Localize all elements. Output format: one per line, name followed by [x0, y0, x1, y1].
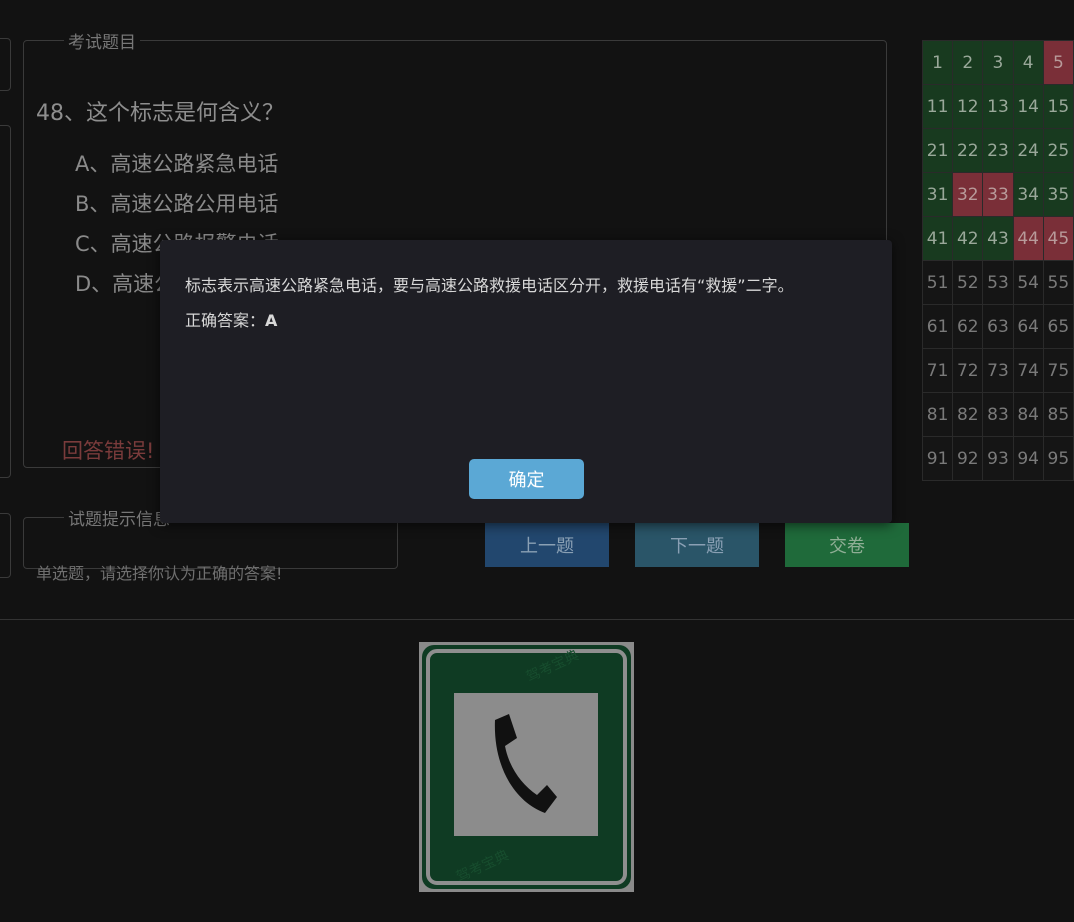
question-number-cell[interactable]: 95 — [1042, 436, 1074, 481]
question-number-grid: 1 2 3 4 5 11 12 13 14 15 21 22 23 24 25 31 32 33 34 35 41 42 4… — [921, 40, 1074, 481]
question-number-cell[interactable]: 91 — [921, 436, 954, 481]
question-number-cell[interactable]: 5 — [1042, 40, 1074, 85]
question-number-cell[interactable]: 71 — [921, 348, 954, 393]
question-number-cell[interactable]: 61 — [921, 304, 954, 349]
question-number-cell[interactable]: 94 — [1012, 436, 1044, 481]
question-number-cell[interactable]: 65 — [1042, 304, 1074, 349]
question-number-cell[interactable]: 62 — [952, 304, 984, 349]
question-number-cell[interactable]: 64 — [1012, 304, 1044, 349]
question-number-cell[interactable]: 14 — [1012, 84, 1044, 129]
question-number-cell[interactable]: 42 — [952, 216, 984, 261]
question-number-cell[interactable]: 82 — [952, 392, 984, 437]
grid-row: 81 82 83 84 85 — [921, 392, 1074, 437]
question-number-cell[interactable]: 45 — [1042, 216, 1074, 261]
question-number-cell[interactable]: 2 — [952, 40, 984, 85]
question-number-cell[interactable]: 44 — [1012, 216, 1044, 261]
question-number-cell[interactable]: 73 — [982, 348, 1014, 393]
exam-panel-legend: 考试题目 — [68, 33, 136, 53]
question-number-cell[interactable]: 32 — [952, 172, 984, 217]
answer-result: 回答错误! — [62, 439, 155, 463]
question-number-cell[interactable]: 63 — [982, 304, 1014, 349]
tip-panel-legend: 试题提示信息 — [68, 510, 170, 530]
question-number-cell[interactable]: 22 — [952, 128, 984, 173]
question-number-cell[interactable]: 23 — [982, 128, 1014, 173]
question-number-cell[interactable]: 55 — [1042, 260, 1074, 305]
question-number-cell[interactable]: 35 — [1042, 172, 1074, 217]
grid-row: 61 62 63 64 65 — [921, 304, 1074, 349]
confirm-button[interactable]: 确定 — [469, 459, 584, 499]
question-number-cell[interactable]: 15 — [1042, 84, 1074, 129]
question-number-cell[interactable]: 34 — [1012, 172, 1044, 217]
left-panel-fragment — [0, 513, 11, 578]
question-number-cell[interactable]: 24 — [1012, 128, 1044, 173]
question-number-cell[interactable]: 21 — [921, 128, 954, 173]
question-number-cell[interactable]: 53 — [982, 260, 1014, 305]
correct-answer-label: 正确答案： — [185, 311, 266, 330]
question-number-cell[interactable]: 43 — [982, 216, 1014, 261]
left-panel-fragment — [0, 125, 11, 478]
grid-row: 11 12 13 14 15 — [921, 84, 1074, 129]
next-question-button[interactable]: 下一题 — [635, 523, 759, 567]
option-b[interactable]: B、高速公路公用电话 — [75, 188, 278, 218]
tip-text: 单选题，请选择你认为正确的答案! — [36, 564, 283, 583]
explanation-modal: 标志表示高速公路紧急电话，要与高速公路救援电话区分开，救援电话有“救援”二字。 … — [160, 240, 892, 523]
question-number-cell[interactable]: 41 — [921, 216, 954, 261]
question-number-cell[interactable]: 31 — [921, 172, 954, 217]
section-divider — [0, 619, 1074, 620]
grid-row: 12345 — [921, 40, 1074, 85]
question-number-cell[interactable]: 75 — [1042, 348, 1074, 393]
grid-row: 51 52 53 54 55 — [921, 260, 1074, 305]
question-number-cell[interactable]: 93 — [982, 436, 1014, 481]
question-number-cell[interactable]: 74 — [1012, 348, 1044, 393]
question-number-cell[interactable]: 72 — [952, 348, 984, 393]
question-number-cell[interactable]: 52 — [952, 260, 984, 305]
grid-row: 91 92 93 94 95 — [921, 436, 1074, 481]
question-number-cell[interactable]: 84 — [1012, 392, 1044, 437]
question-number-cell[interactable]: 54 — [1012, 260, 1044, 305]
explanation-text: 标志表示高速公路紧急电话，要与高速公路救援电话区分开，救援电话有“救援”二字。 — [185, 276, 794, 295]
question-number-cell[interactable]: 4 — [1012, 40, 1044, 85]
question-number-cell[interactable]: 51 — [921, 260, 954, 305]
question-number-cell[interactable]: 83 — [982, 392, 1014, 437]
prev-question-button[interactable]: 上一题 — [485, 523, 609, 567]
grid-row: 31 32 33 34 35 — [921, 172, 1074, 217]
correct-answer: 正确答案：A — [185, 307, 277, 331]
question-number-cell[interactable]: 13 — [982, 84, 1014, 129]
option-a[interactable]: A、高速公路紧急电话 — [75, 148, 278, 178]
grid-row: 21 22 23 24 25 — [921, 128, 1074, 173]
question-number-cell[interactable]: 12 — [952, 84, 984, 129]
submit-exam-button[interactable]: 交卷 — [785, 523, 909, 567]
question-number-cell[interactable]: 81 — [921, 392, 954, 437]
question-number-cell[interactable]: 1 — [921, 40, 954, 85]
question-number-cell[interactable]: 92 — [952, 436, 984, 481]
question-title: 48、这个标志是何含义？ — [36, 101, 284, 126]
left-panel-fragment — [0, 38, 11, 91]
grid-row: 41 42 43 44 45 — [921, 216, 1074, 261]
question-number-cell[interactable]: 3 — [982, 40, 1014, 85]
question-number-cell[interactable]: 25 — [1042, 128, 1074, 173]
question-image: 驾考宝典 驾考宝典 — [419, 642, 634, 892]
grid-row: 71 72 73 74 75 — [921, 348, 1074, 393]
correct-answer-value: A — [265, 311, 278, 330]
question-number-cell[interactable]: 85 — [1042, 392, 1074, 437]
question-number-cell[interactable]: 33 — [982, 172, 1014, 217]
question-number-cell[interactable]: 11 — [921, 84, 954, 129]
